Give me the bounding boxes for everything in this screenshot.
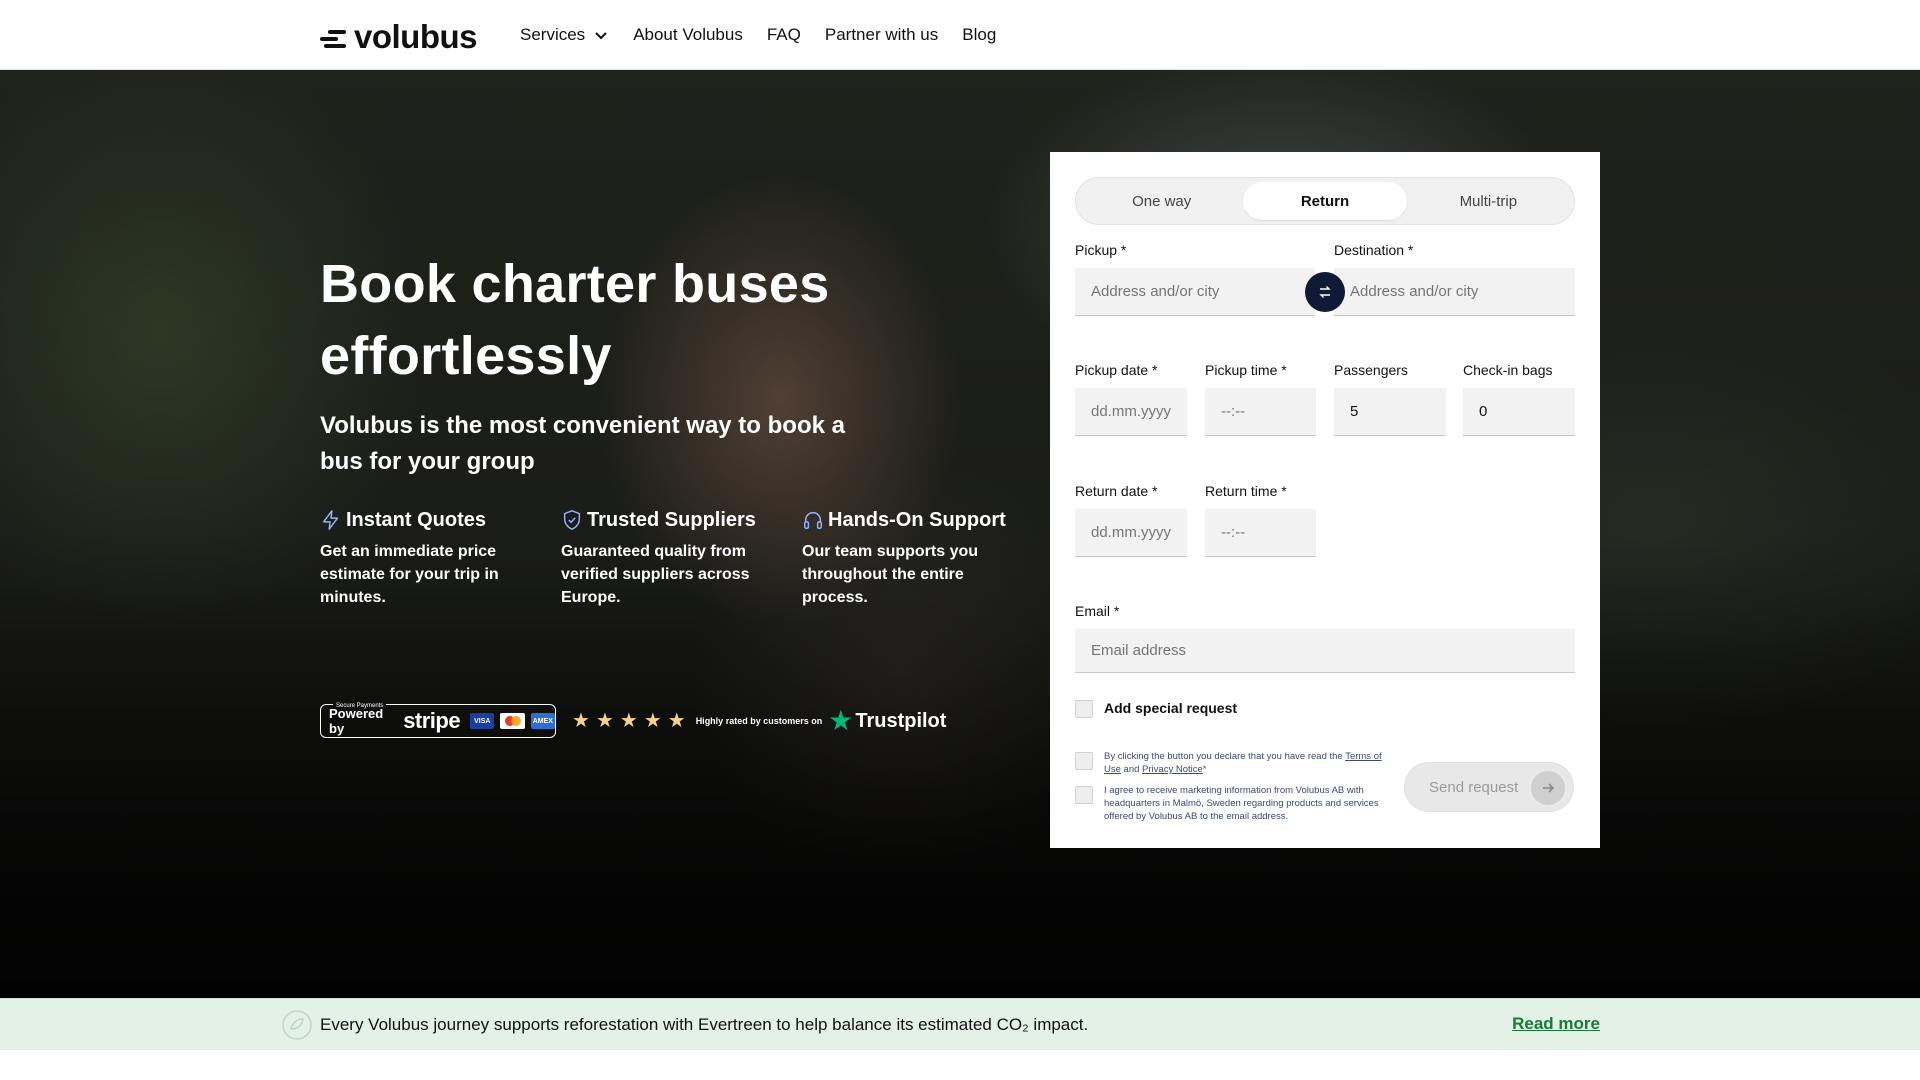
star-icon: ★ bbox=[643, 710, 662, 732]
rated-text: Highly rated by customers on bbox=[695, 716, 823, 726]
hero-subtitle: Volubus is the most convenient way to bo… bbox=[320, 412, 845, 475]
logo-mark-icon bbox=[320, 27, 348, 48]
privacy-link[interactable]: Privacy Notice bbox=[1142, 764, 1203, 775]
return-time-label: Return time * bbox=[1205, 483, 1287, 499]
feature-trusted-suppliers: Trusted Suppliers Guaranteed quality fro… bbox=[561, 506, 802, 609]
nav-blog[interactable]: Blog bbox=[962, 25, 996, 45]
lightning-icon bbox=[322, 510, 339, 530]
booking-form: One way Return Multi-trip Pickup * Desti… bbox=[1050, 152, 1600, 848]
amex-icon: AMEX bbox=[530, 713, 555, 729]
bags-input[interactable]: 0 bbox=[1463, 388, 1575, 436]
headphones-icon bbox=[804, 512, 822, 529]
pickup-date-label: Pickup date * bbox=[1075, 362, 1158, 378]
nav-links: Services About Volubus FAQ Partner with … bbox=[520, 0, 996, 70]
feature-title: Trusted Suppliers bbox=[587, 508, 756, 531]
logo-text: volubus bbox=[354, 18, 478, 55]
nav-partner[interactable]: Partner with us bbox=[825, 25, 938, 45]
return-date-label: Return date * bbox=[1075, 483, 1158, 499]
email-input[interactable] bbox=[1075, 629, 1575, 673]
chevron-down-icon bbox=[595, 32, 607, 40]
hero-section: Book charter buses effortlessly Volubus … bbox=[0, 70, 1920, 998]
feature-text: Guaranteed quality from verified supplie… bbox=[561, 543, 750, 606]
pickup-date-input[interactable]: dd.mm.yyyy bbox=[1075, 388, 1187, 436]
reforestation-banner: Every Volubus journey supports reforesta… bbox=[0, 998, 1920, 1050]
pickup-input[interactable] bbox=[1075, 268, 1315, 316]
read-more-link[interactable]: Read more bbox=[1512, 1014, 1600, 1034]
star-icon: ★ bbox=[595, 710, 614, 732]
trustpilot-logo: ★ Trustpilot bbox=[828, 707, 946, 735]
hero-title: Book charter buses effortlessly bbox=[320, 254, 830, 386]
swap-locations-button[interactable] bbox=[1305, 272, 1345, 312]
feature-list: Instant Quotes Get an immediate price es… bbox=[320, 506, 1043, 609]
tab-one-way[interactable]: One way bbox=[1080, 182, 1243, 220]
feature-text: Our team supports you throughout the ent… bbox=[802, 543, 979, 606]
arrow-right-icon bbox=[1531, 771, 1565, 805]
banner-text: Every Volubus journey supports reforesta… bbox=[320, 1015, 1089, 1034]
pickup-time-input[interactable]: --:-- bbox=[1205, 388, 1316, 436]
feature-text: Get an immediate price estimate for your… bbox=[320, 543, 499, 606]
destination-label: Destination * bbox=[1334, 242, 1414, 258]
star-icon: ★ bbox=[667, 710, 686, 732]
feature-title: Instant Quotes bbox=[346, 508, 487, 531]
trip-type-tabs: One way Return Multi-trip bbox=[1075, 177, 1575, 225]
visa-icon: VISA bbox=[470, 713, 495, 729]
pickup-label: Pickup * bbox=[1075, 242, 1127, 258]
bags-label: Check-in bags bbox=[1463, 362, 1553, 378]
nav-about[interactable]: About Volubus bbox=[633, 25, 743, 45]
swap-arrows-icon bbox=[1319, 286, 1331, 298]
tab-multi-trip[interactable]: Multi-trip bbox=[1407, 182, 1570, 220]
marketing-checkbox[interactable] bbox=[1075, 786, 1093, 804]
nav-services[interactable]: Services bbox=[520, 25, 609, 45]
return-date-input[interactable]: dd.mm.yyyy bbox=[1075, 509, 1187, 557]
terms-text: By clicking the button you declare that … bbox=[1104, 751, 1382, 775]
terms-checkbox[interactable] bbox=[1075, 752, 1093, 770]
feature-instant-quotes: Instant Quotes Get an immediate price es… bbox=[320, 506, 561, 609]
marketing-text: I agree to receive marketing information… bbox=[1104, 785, 1379, 822]
stripe-logo: stripe bbox=[403, 708, 461, 733]
destination-input[interactable] bbox=[1334, 268, 1575, 316]
email-label: Email * bbox=[1075, 603, 1120, 619]
passengers-input[interactable]: 5 bbox=[1334, 388, 1446, 436]
trustpilot-rating[interactable]: ★ ★ ★ ★ ★ Highly rated by customers on ★… bbox=[572, 707, 946, 735]
trust-badges: Secure Payments Powered by stripe VISA A… bbox=[320, 703, 946, 738]
page-below bbox=[0, 1050, 1920, 1080]
passengers-label: Passengers bbox=[1334, 362, 1408, 378]
trustpilot-brand: Trustpilot bbox=[855, 709, 947, 732]
send-request-button[interactable]: Send request bbox=[1404, 762, 1574, 812]
top-nav: volubus Services About Volubus FAQ Partn… bbox=[0, 0, 1920, 70]
return-time-input[interactable]: --:-- bbox=[1205, 509, 1316, 557]
mastercard-icon bbox=[500, 713, 525, 729]
trustpilot-star-icon: ★ bbox=[828, 705, 854, 736]
special-request-checkbox[interactable] bbox=[1075, 700, 1093, 718]
nav-services-label: Services bbox=[520, 25, 586, 44]
stripe-badge: Secure Payments Powered by stripe VISA A… bbox=[320, 703, 556, 738]
volubus-logo[interactable]: volubus bbox=[320, 18, 478, 55]
tab-return[interactable]: Return bbox=[1243, 182, 1407, 220]
feature-hands-on-support: Hands-On Support Our team supports you t… bbox=[802, 506, 1043, 609]
evertreen-leaf-icon bbox=[282, 1010, 312, 1040]
star-icon: ★ bbox=[572, 710, 590, 732]
secure-payments-text: Secure Payments bbox=[333, 703, 387, 709]
star-icon: ★ bbox=[619, 710, 638, 732]
shield-check-icon bbox=[563, 510, 581, 530]
nav-faq[interactable]: FAQ bbox=[767, 25, 801, 45]
feature-title: Hands-On Support bbox=[828, 508, 1006, 531]
powered-by-text: Powered by bbox=[329, 706, 384, 736]
pickup-time-label: Pickup time * bbox=[1205, 362, 1287, 378]
send-request-label: Send request bbox=[1429, 778, 1519, 796]
special-request-label: Add special request bbox=[1104, 700, 1238, 716]
